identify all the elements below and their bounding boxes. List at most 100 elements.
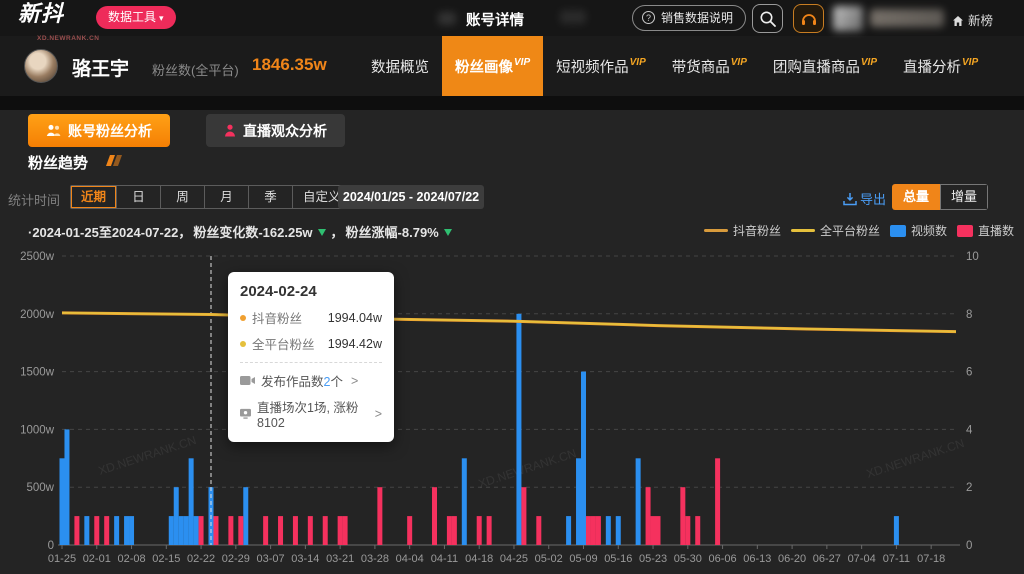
newrank-home-link[interactable]: 新榜 (952, 10, 993, 29)
legend-swatch (890, 225, 906, 237)
page-title: 账号详情 (466, 9, 524, 30)
legend-全平台粉丝[interactable]: 全平台粉丝 (791, 222, 880, 239)
fans-count-label: 粉丝数(全平台) (152, 60, 239, 79)
home-icon (952, 15, 964, 27)
legend-视频数[interactable]: 视频数 (890, 222, 947, 239)
filter-日[interactable]: 日 (117, 186, 161, 208)
chevron-right-icon: > (375, 407, 382, 421)
chart-tooltip: 2024-02-24 抖音粉丝1994.04w 全平台粉丝1994.42w 发布作… (228, 272, 394, 442)
svg-text:06-06: 06-06 (708, 553, 736, 565)
search-icon (759, 10, 777, 28)
avatar[interactable] (833, 6, 863, 31)
tab-直播分析[interactable]: 直播分析VIP (890, 36, 991, 96)
live-screen-icon (240, 408, 251, 420)
legend-swatch (791, 229, 815, 232)
svg-text:03-07: 03-07 (257, 553, 285, 565)
tooltip-date: 2024-02-24 (240, 283, 382, 300)
svg-text:02-01: 02-01 (83, 553, 111, 565)
main-tabs: 数据概览粉丝画像VIP短视频作品VIP带货商品VIP团购直播商品VIP直播分析V… (358, 36, 991, 96)
svg-text:07-18: 07-18 (917, 553, 945, 565)
svg-text:02-29: 02-29 (222, 553, 250, 565)
arrow-down-icon (318, 229, 326, 236)
svg-text:05-02: 05-02 (535, 553, 563, 565)
svg-text:XD.NEWRANK.CN: XD.NEWRANK.CN (477, 446, 578, 491)
svg-text:1000w: 1000w (20, 424, 55, 436)
fan-trend-chart[interactable]: 2500w102000w81500w61000w4500w20001-2502-… (0, 250, 1024, 574)
tooltip-works-link[interactable]: 发布作品数2个 > (240, 371, 382, 390)
account-avatar[interactable] (24, 49, 58, 83)
tab-带货商品[interactable]: 带货商品VIP (659, 36, 760, 96)
chart-legend: 抖音粉丝全平台粉丝视频数直播数 (704, 222, 1014, 239)
svg-text:07-04: 07-04 (848, 553, 876, 565)
mode-增量[interactable]: 增量 (940, 184, 988, 210)
tab-label: 账号粉丝分析 (68, 121, 152, 141)
svg-text:10: 10 (966, 251, 979, 263)
svg-text:01-25: 01-25 (48, 553, 76, 565)
tab-label: 直播观众分析 (243, 121, 327, 141)
svg-text:07-11: 07-11 (883, 553, 910, 565)
logo[interactable]: 新抖 XD.NEWRANK.CN (18, 3, 64, 25)
tooltip-live-link[interactable]: 直播场次1场, 涨粉8102 > (240, 397, 382, 430)
svg-text:05-16: 05-16 (604, 553, 632, 565)
svg-text:05-30: 05-30 (674, 553, 702, 565)
svg-text:2500w: 2500w (20, 251, 55, 263)
svg-text:04-11: 04-11 (431, 553, 458, 565)
tooltip-row: 全平台粉丝1994.42w (240, 334, 382, 353)
redacted-text (438, 12, 456, 25)
svg-text:03-28: 03-28 (361, 553, 389, 565)
search-button[interactable] (752, 4, 783, 33)
arrow-down-icon (444, 229, 452, 236)
title-decoration (108, 155, 120, 166)
summary-period: ·2024-01-25至2024-07-22， (28, 222, 191, 241)
tab-短视频作品[interactable]: 短视频作品VIP (543, 36, 659, 96)
stat-time-label: 统计时间 (8, 190, 60, 209)
legend-直播数[interactable]: 直播数 (957, 222, 1014, 239)
person-icon (224, 124, 236, 137)
username-redacted (870, 9, 944, 27)
section-title-fan-trend: 粉丝趋势 (28, 152, 88, 173)
redacted-text (560, 10, 586, 24)
svg-text:06-20: 06-20 (778, 553, 806, 565)
svg-text:04-25: 04-25 (500, 553, 528, 565)
tooltip-row: 抖音粉丝1994.04w (240, 308, 382, 327)
svg-text:04-04: 04-04 (396, 553, 424, 565)
svg-text:06-13: 06-13 (743, 553, 771, 565)
svg-text:1500w: 1500w (20, 367, 55, 379)
svg-text:8: 8 (966, 309, 972, 321)
summary-line: ·2024-01-25至2024-07-22， 粉丝变化数-162.25w ， … (28, 222, 455, 241)
svg-text:06-27: 06-27 (813, 553, 841, 565)
fans-rate-value: 粉丝涨幅-8.79% (346, 222, 439, 241)
date-range-picker[interactable]: 2024/01/25 - 2024/07/22 (338, 185, 484, 209)
filter-季[interactable]: 季 (249, 186, 293, 208)
filter-月[interactable]: 月 (205, 186, 249, 208)
people-icon (46, 124, 61, 137)
tooltip-divider (240, 362, 382, 363)
data-tools-button[interactable]: 数据工具▾ (96, 6, 176, 29)
mode-总量[interactable]: 总量 (892, 184, 940, 210)
tab-团购直播商品[interactable]: 团购直播商品VIP (760, 36, 890, 96)
chevron-right-icon: > (351, 374, 358, 388)
filter-近期[interactable]: 近期 (71, 186, 117, 208)
legend-抖音粉丝[interactable]: 抖音粉丝 (704, 222, 781, 239)
top-bar: 新抖 XD.NEWRANK.CN 数据工具▾ 账号详情 ?销售数据说明 新榜 (0, 0, 1024, 36)
question-circle-icon: ? (642, 11, 655, 24)
tab-数据概览[interactable]: 数据概览 (358, 36, 442, 96)
svg-text:0: 0 (966, 540, 972, 552)
sales-data-info-button[interactable]: ?销售数据说明 (632, 5, 746, 31)
tab-account-fans-analysis[interactable]: 账号粉丝分析 (28, 114, 170, 147)
account-name: 骆王宇 (72, 54, 129, 81)
logo-subtitle: XD.NEWRANK.CN (37, 28, 99, 50)
export-button[interactable]: 导出 (843, 189, 886, 208)
svg-text:0: 0 (48, 540, 54, 552)
svg-text:02-22: 02-22 (187, 553, 215, 565)
svg-text:XD.NEWRANK.CN: XD.NEWRANK.CN (865, 436, 966, 481)
svg-text:XD.NEWRANK.CN: XD.NEWRANK.CN (97, 433, 198, 478)
fans-change-value: 粉丝变化数-162.25w (193, 222, 312, 241)
filter-周[interactable]: 周 (161, 186, 205, 208)
legend-swatch (957, 225, 973, 237)
tab-粉丝画像[interactable]: 粉丝画像VIP (442, 36, 543, 96)
customer-service-button[interactable] (793, 4, 824, 33)
svg-text:500w: 500w (27, 482, 55, 494)
tab-live-audience-analysis[interactable]: 直播观众分析 (206, 114, 345, 147)
svg-text:4: 4 (966, 424, 973, 436)
